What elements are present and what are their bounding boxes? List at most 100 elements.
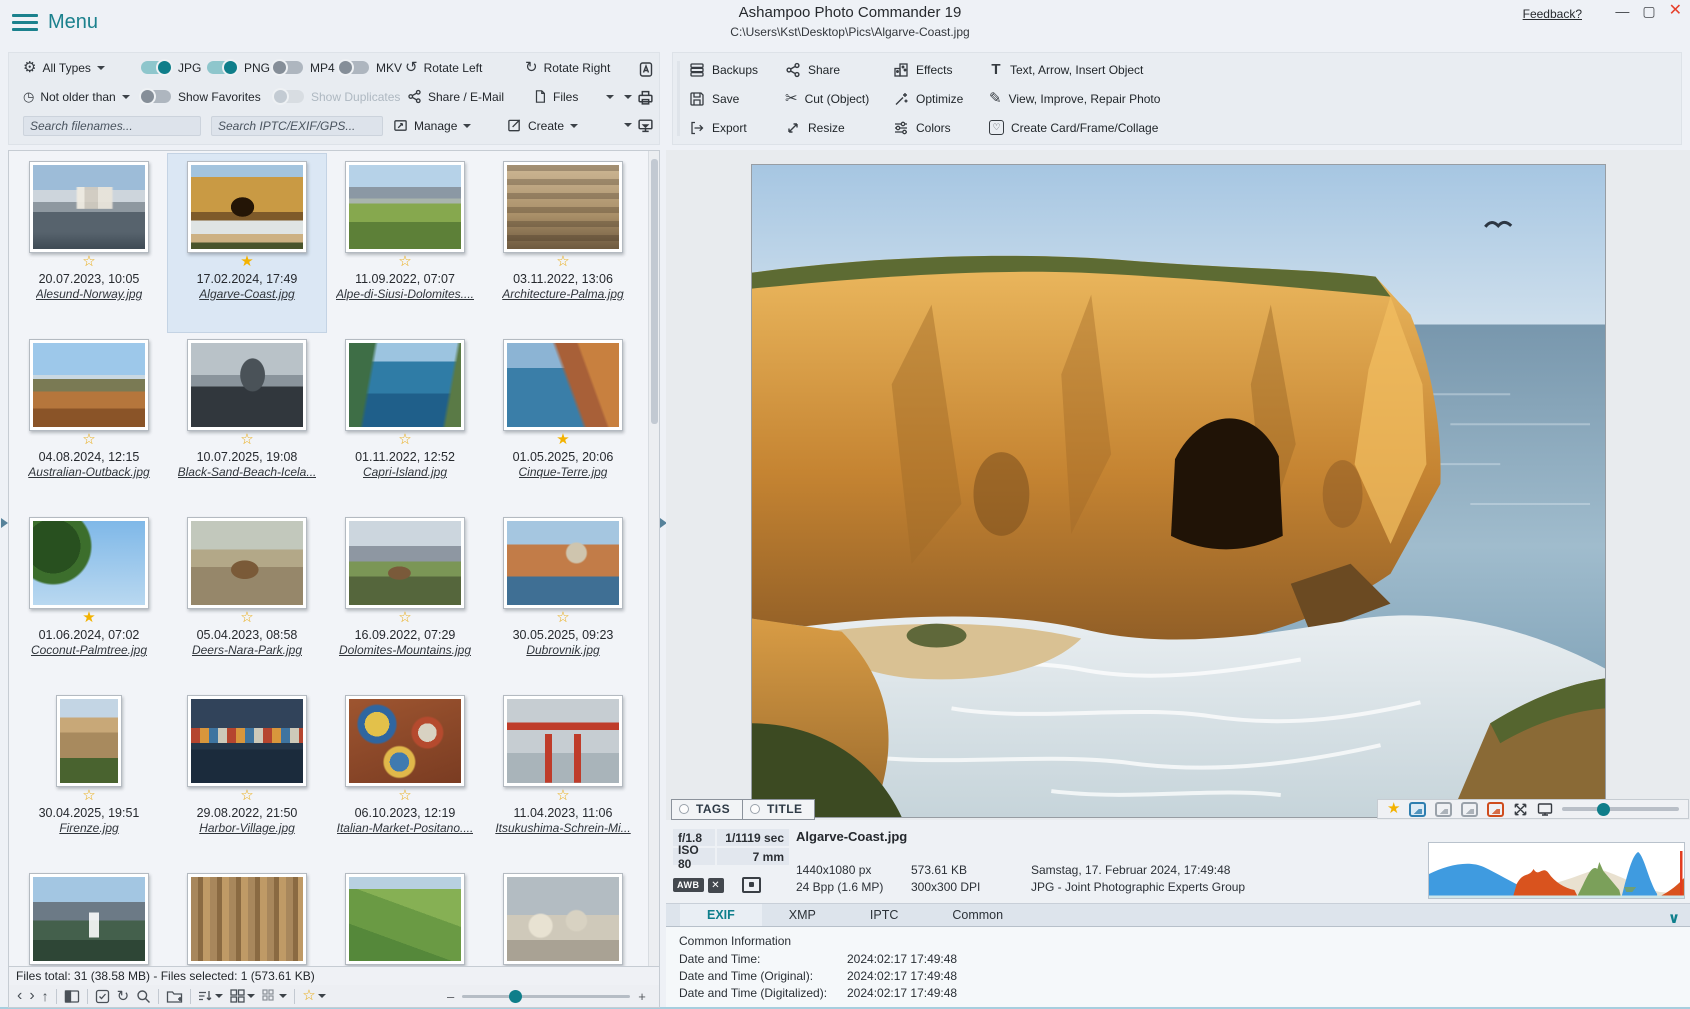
sort-dropdown[interactable] [198,989,223,1003]
thumbnail-image[interactable] [187,873,307,965]
thumbnail[interactable]: 30.04.2025, 19:51 Firenze.jpg [10,688,168,866]
preview-zoom-slider[interactable] [1562,807,1679,811]
favorite-star[interactable] [240,787,253,805]
tab-tags[interactable]: TAGS [671,799,743,820]
filetype-toggle[interactable]: JPG [141,61,207,75]
favorite-star[interactable] [1387,801,1400,817]
share-email-button[interactable]: Share / E-Mail [407,89,519,104]
favorite-star[interactable] [556,609,569,627]
preview-photo[interactable] [751,164,1606,818]
favorites-filter-dropdown[interactable] [302,988,325,1004]
favorite-star[interactable] [398,253,411,271]
toggle-switch[interactable] [273,61,303,74]
printer-icon[interactable] [637,89,654,106]
thumbnail[interactable]: 04.08.2024, 12:15 Australian-Outback.jpg [10,332,168,510]
thumbnail[interactable]: 11.09.2022, 07:07 Alpe-di-Siusi-Dolomite… [326,154,484,332]
thumbnail-filename[interactable]: Black-Sand-Beach-Icela... [178,465,317,479]
back-button[interactable]: ‹ [17,987,22,1005]
thumbnail-image[interactable] [29,517,149,609]
thumbnail-filename[interactable]: Capri-Island.jpg [363,465,447,479]
search-iptc-input[interactable] [211,116,383,136]
metadata-tab[interactable]: EXIF [680,904,762,926]
monitor-icon[interactable] [1537,802,1553,817]
favorite-star[interactable] [82,253,95,271]
favorite-star[interactable] [240,609,253,627]
thumbnail-partial[interactable] [484,866,642,967]
thumbnail-partial[interactable] [10,866,168,967]
thumbnail-image[interactable] [345,873,465,965]
thumbnail-size-dropdown[interactable] [262,989,287,1003]
view-compare-icon[interactable] [1435,802,1452,817]
export-button[interactable]: Export [689,120,785,136]
thumbnail-filename[interactable]: Alesund-Norway.jpg [36,287,143,301]
browser-scrollbar[interactable] [648,151,659,966]
filetype-toggle[interactable]: MKV [339,61,405,75]
thumbnail-filename[interactable]: Architecture-Palma.jpg [502,287,623,301]
maximize-button[interactable]: ▢ [1642,4,1655,18]
rotate-left-button[interactable]: ↺ Rotate Left [405,60,511,75]
text-arrow-insert-button[interactable]: T Text, Arrow, Insert Object [989,61,1160,78]
new-folder-button[interactable] [166,989,183,1004]
thumbnail-image[interactable] [187,517,307,609]
thumbnail[interactable]: 05.04.2023, 08:58 Deers-Nara-Park.jpg [168,510,326,688]
favorite-star[interactable] [240,253,253,271]
thumbnail[interactable]: 01.11.2022, 12:52 Capri-Island.jpg [326,332,484,510]
metadata-tab[interactable]: XMP [762,904,843,926]
colors-button[interactable]: Colors [893,120,989,136]
favorite-star[interactable] [240,431,253,449]
thumbnail-image[interactable] [29,873,149,965]
thumbnail-image[interactable] [503,161,623,253]
thumbnail-image[interactable] [29,339,149,431]
pdf-export-icon[interactable] [638,61,654,78]
files-dropdown[interactable]: Files [533,89,614,104]
thumbnail[interactable]: 29.08.2022, 21:50 Harbor-Village.jpg [168,688,326,866]
scrollbar-thumb[interactable] [651,159,658,424]
thumbnail-image[interactable] [503,517,623,609]
optimize-button[interactable]: Optimize [893,91,989,107]
show-favorites-toggle[interactable]: Show Favorites [141,90,266,104]
thumbnail[interactable]: 10.07.2025, 19:08 Black-Sand-Beach-Icela… [168,332,326,510]
thumbnail[interactable]: 01.05.2025, 20:06 Cinque-Terre.jpg [484,332,642,510]
zoom-slider-thumb[interactable] [509,990,522,1003]
thumbnail-image[interactable] [345,161,465,253]
thumbnail-image[interactable] [187,339,307,431]
thumbnail-image[interactable] [503,695,623,787]
share-button[interactable]: Share [785,62,893,78]
thumbnail-filename[interactable]: Coconut-Palmtree.jpg [31,643,147,657]
rotate-right-button[interactable]: ↻ Rotate Right [525,60,610,75]
search-button[interactable] [136,989,151,1004]
thumbnail-filename[interactable]: Cinque-Terre.jpg [519,465,608,479]
toggle-switch[interactable] [141,61,171,74]
chevron-down-icon[interactable] [624,95,632,103]
search-filenames-input[interactable] [23,116,201,136]
close-button[interactable]: ✕ [1669,3,1682,19]
effects-button[interactable]: Effects [893,62,989,78]
all-types-dropdown[interactable]: ⚙ All Types [23,60,141,75]
thumbnail[interactable]: 11.04.2023, 11:06 Itsukushima-Schrein-Mi… [484,688,642,866]
thumbnail-image[interactable] [345,517,465,609]
view-single-icon[interactable] [1409,802,1426,817]
favorite-star[interactable] [82,787,95,805]
thumbnail-image[interactable] [187,695,307,787]
thumbnail-partial[interactable] [326,866,484,967]
thumbnail-filename[interactable]: Dubrovnik.jpg [526,643,599,657]
thumbnail[interactable]: 16.09.2022, 07:29 Dolomites-Mountains.jp… [326,510,484,688]
thumbnail[interactable]: 30.05.2025, 09:23 Dubrovnik.jpg [484,510,642,688]
not-older-than-dropdown[interactable]: ◷ Not older than [23,90,141,104]
tab-title[interactable]: TITLE [743,799,815,820]
filetype-toggle[interactable]: MP4 [273,61,339,75]
toggle-switch[interactable] [339,61,369,74]
thumbnail[interactable]: 01.06.2024, 07:02 Coconut-Palmtree.jpg [10,510,168,688]
manage-dropdown[interactable]: Manage [393,118,495,133]
create-card-collage-button[interactable]: ♡ Create Card/Frame/Collage [989,120,1160,135]
thumbnail-filename[interactable]: Itsukushima-Schrein-Mi... [495,821,630,835]
thumbnail-image[interactable] [345,339,465,431]
thumbnail-filename[interactable]: Alpe-di-Siusi-Dolomites.... [336,287,474,301]
view-filmstrip-icon[interactable] [1461,802,1478,817]
favorite-star[interactable] [398,787,411,805]
up-folder-button[interactable]: ↑ [42,988,49,1004]
favorite-star[interactable] [82,431,95,449]
menu-label[interactable]: Menu [48,11,98,34]
panel-layout-button[interactable] [64,989,80,1004]
view-improve-repair-button[interactable]: ✎ View, Improve, Repair Photo [989,91,1160,106]
